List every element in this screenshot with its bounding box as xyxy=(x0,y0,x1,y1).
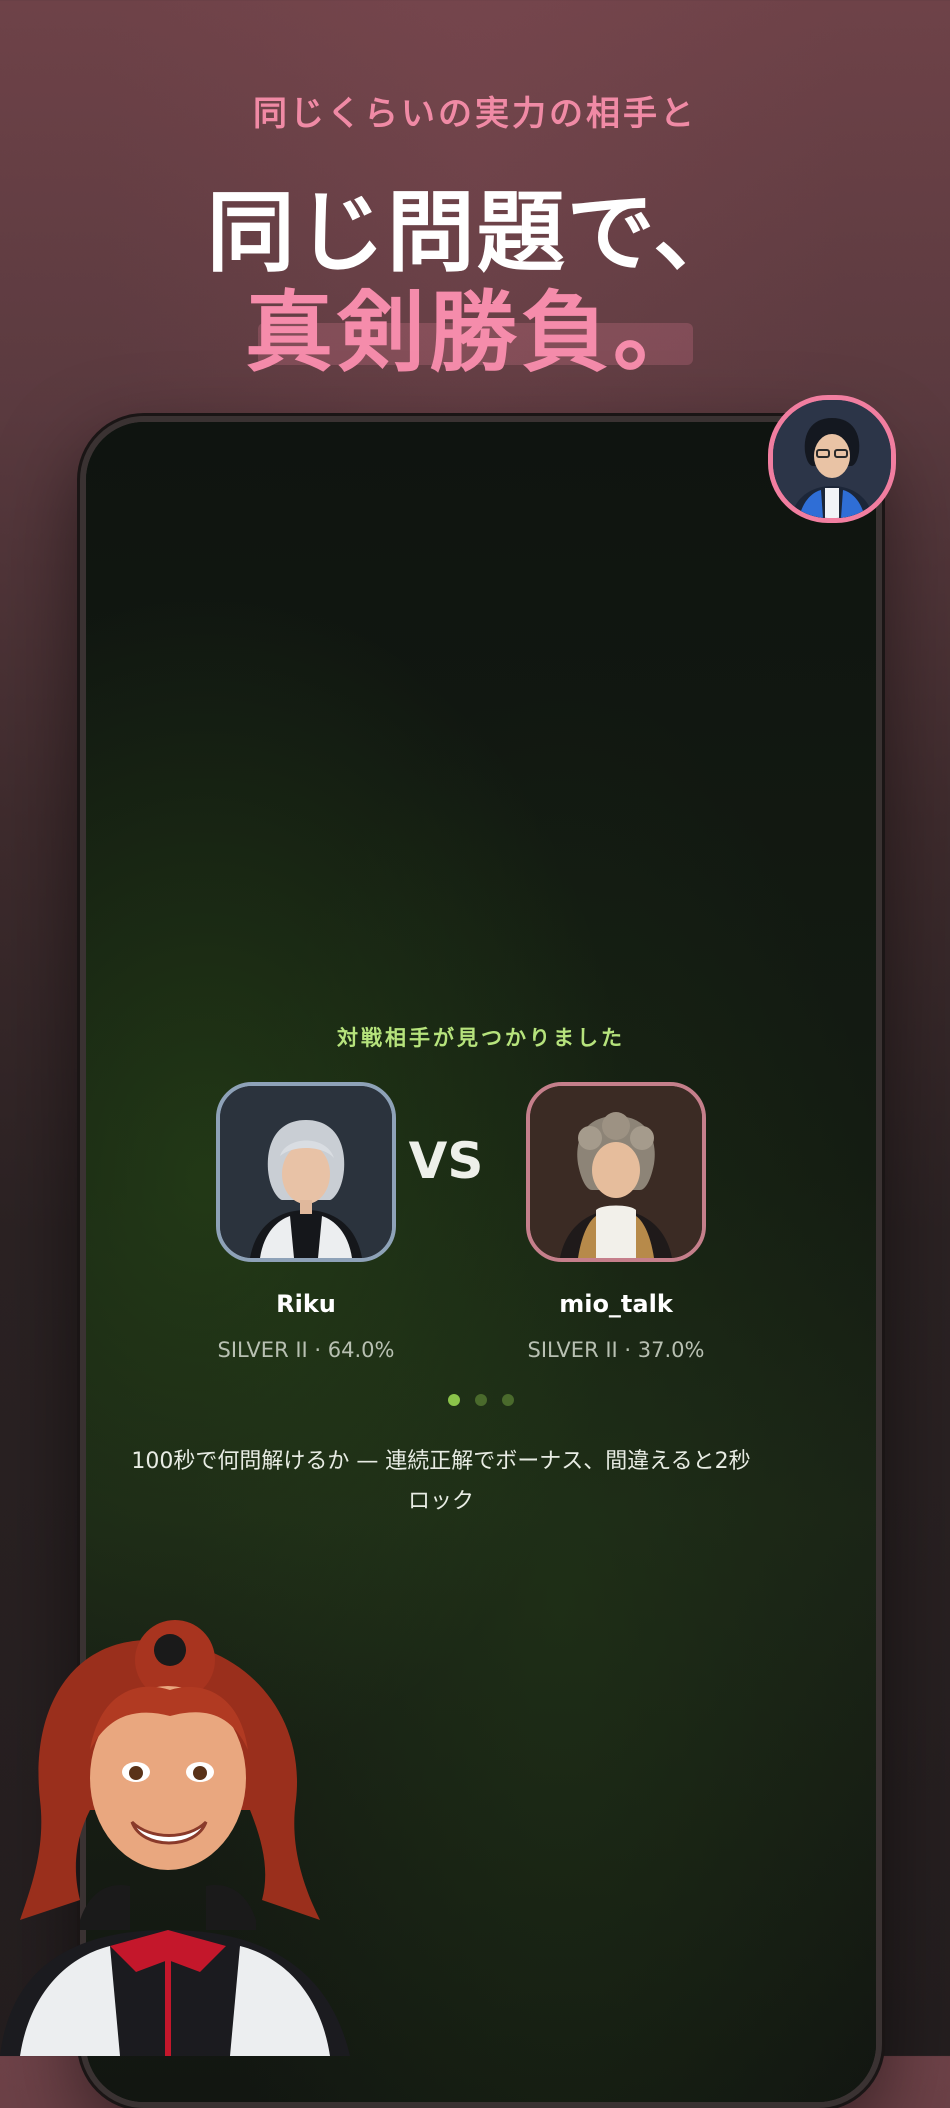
player-card-mio: mio_talk SILVER II · 37.0% xyxy=(496,1082,736,1362)
player-avatar-illustration xyxy=(220,1086,392,1258)
floating-avatar-illustration xyxy=(773,400,891,518)
avatar xyxy=(526,1082,706,1262)
player-rank: SILVER II · 64.0% xyxy=(217,1338,395,1362)
hero-headline-line2-wrap: 真剣勝負。 xyxy=(0,262,950,389)
mascot-character-illustration xyxy=(0,1620,350,2056)
player-name: Riku xyxy=(276,1290,336,1318)
player-name: mio_talk xyxy=(559,1290,673,1318)
avatar xyxy=(216,1082,396,1262)
carousel-dot[interactable] xyxy=(502,1394,515,1406)
hero-headline-line2: 真剣勝負。 xyxy=(244,281,705,384)
carousel-dots xyxy=(86,1391,876,1410)
player-rank: SILVER II · 37.0% xyxy=(527,1338,705,1362)
game-rule-text: 100秒で何問解けるか — 連続正解でボーナス、間違えると2秒ロック xyxy=(131,1449,751,1514)
player-card-riku: Riku SILVER II · 64.0% xyxy=(186,1082,426,1362)
player-avatar-illustration xyxy=(530,1086,702,1258)
vs-label: VS xyxy=(408,1132,484,1190)
carousel-dot-active[interactable] xyxy=(447,1394,460,1406)
match-found-title: 対戦相手が見つかりました xyxy=(337,1026,625,1050)
mascot-character xyxy=(0,1600,380,2056)
floating-avatar xyxy=(768,395,896,523)
hero-eyebrow: 同じくらいの実力の相手と xyxy=(253,94,697,134)
carousel-dot[interactable] xyxy=(475,1394,487,1406)
